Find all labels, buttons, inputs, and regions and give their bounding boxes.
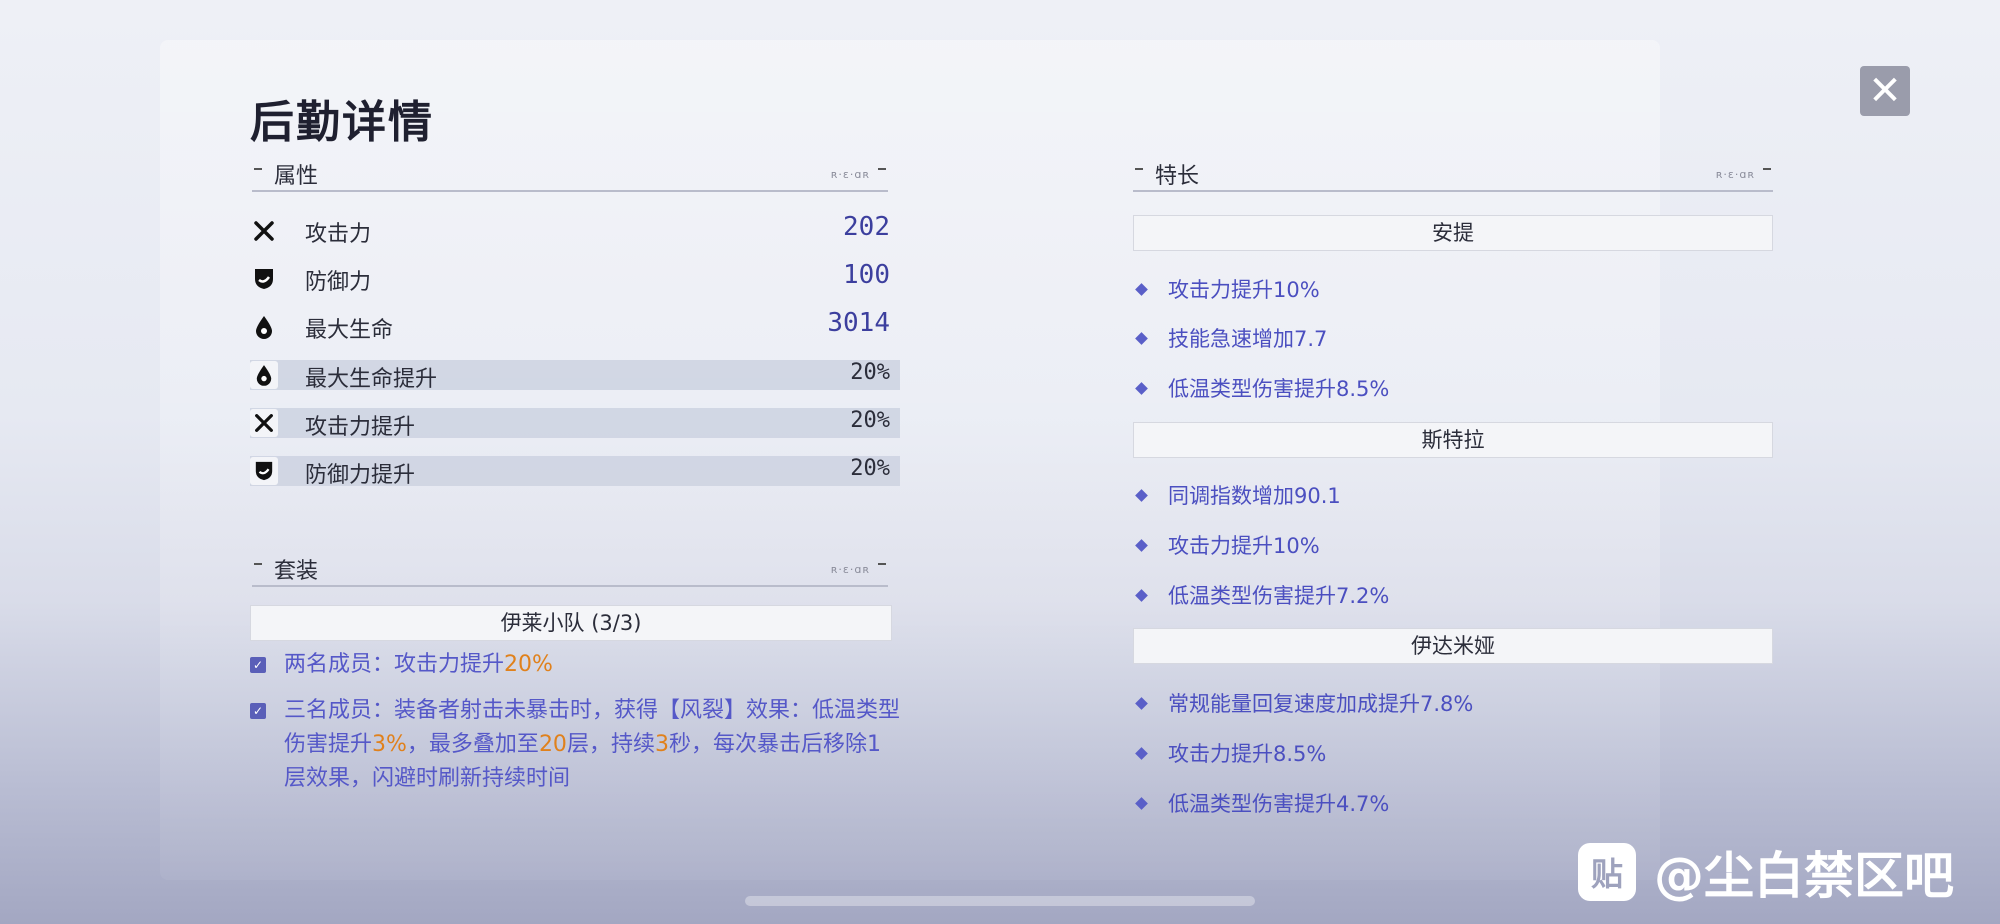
sword-icon <box>250 217 278 245</box>
diamond-icon <box>1135 283 1148 296</box>
specialty-item-text: 常规能量回复速度加成提升7.8% <box>1168 692 1474 716</box>
shield-icon <box>250 265 278 293</box>
set-header-label: 套装 <box>274 559 319 584</box>
scroll-indicator <box>745 896 1255 906</box>
stat-name: 最大生命提升 <box>305 367 438 392</box>
close-icon: ✕ <box>1868 68 1902 114</box>
set-effect-value: 3 <box>654 732 669 757</box>
stat-value: 20% <box>850 408 890 433</box>
specialty-item: 技能急速增加7.7 <box>1135 323 1328 353</box>
stat-name: 攻击力提升 <box>305 415 416 440</box>
check-icon: ✓ <box>250 657 266 673</box>
stat-row-attack: 攻击力 202 <box>250 212 900 252</box>
set-header: 套装 ʀ·ɛ·ɑʀ <box>252 553 888 587</box>
specialty-item-text: 低温类型伤害提升7.2% <box>1168 584 1390 608</box>
stat-name: 最大生命 <box>305 318 394 343</box>
header-tick-right <box>1763 168 1771 170</box>
stat-name: 防御力提升 <box>305 463 416 488</box>
diamond-icon <box>1135 797 1148 810</box>
watermark-text: @尘白禁区吧 <box>1654 847 1954 905</box>
specialty-item-text: 低温类型伤害提升8.5% <box>1168 377 1390 401</box>
stat-name: 防御力 <box>305 270 372 295</box>
set-effect-two: ✓ 两名成员：攻击力提升20% <box>250 648 900 682</box>
set-effect-value: 3% <box>372 732 407 757</box>
specialty-item-text: 攻击力提升8.5% <box>1168 742 1327 766</box>
specialty-item: 低温类型伤害提升8.5% <box>1135 373 1390 403</box>
header-deco: ʀ·ɛ·ɑʀ <box>830 563 870 576</box>
stat-value: 3014 <box>827 308 890 338</box>
specialty-item: 攻击力提升10% <box>1135 530 1320 560</box>
specialty-item: 低温类型伤害提升4.7% <box>1135 788 1390 818</box>
close-button[interactable]: ✕ <box>1860 66 1910 116</box>
specialty-group-name: 安提 <box>1133 215 1773 251</box>
stat-row-max-hp: 最大生命 3014 <box>250 308 900 348</box>
drop-icon <box>250 313 278 341</box>
header-tick-left <box>1135 168 1143 170</box>
diamond-icon <box>1135 697 1148 710</box>
stat-row-attack-boost: 攻击力提升 20% <box>250 408 900 440</box>
header-deco: ʀ·ɛ·ɑʀ <box>830 168 870 181</box>
stat-value: 202 <box>843 212 890 242</box>
set-effect-text: 层，持续 <box>566 732 655 757</box>
stat-value: 20% <box>850 456 890 481</box>
diamond-icon <box>1135 489 1148 502</box>
set-effect-three: ✓ 三名成员：装备者射击未暴击时，获得【风裂】效果：低温类型伤害提升3%，最多叠… <box>250 694 900 796</box>
specialty-item-text: 技能急速增加7.7 <box>1168 327 1328 351</box>
check-icon: ✓ <box>250 703 266 719</box>
specialty-item: 攻击力提升8.5% <box>1135 738 1327 768</box>
attributes-header-label: 属性 <box>274 164 319 189</box>
stat-row-max-hp-boost: 最大生命提升 20% <box>250 360 900 392</box>
specialty-item-text: 攻击力提升10% <box>1168 534 1320 558</box>
diamond-icon <box>1135 382 1148 395</box>
drop-icon <box>250 361 278 389</box>
sword-icon <box>250 409 278 437</box>
stat-value: 20% <box>850 360 890 385</box>
header-tick-left <box>254 168 262 170</box>
set-effect-text: 两名成员：攻击力提升 <box>284 652 505 677</box>
stat-row-defense: 防御力 100 <box>250 260 900 300</box>
header-tick-right <box>878 563 886 565</box>
shield-icon <box>250 457 278 485</box>
stat-row-defense-boost: 防御力提升 20% <box>250 456 900 488</box>
specialty-item: 低温类型伤害提升7.2% <box>1135 580 1390 610</box>
set-effect-value: 20% <box>504 652 553 677</box>
set-effect-value: 20 <box>538 732 567 757</box>
specialty-item: 同调指数增加90.1 <box>1135 480 1341 510</box>
diamond-icon <box>1135 589 1148 602</box>
header-deco: ʀ·ɛ·ɑʀ <box>1715 168 1755 181</box>
set-name-bar: 伊莱小队 (3/3) <box>250 605 892 641</box>
specialty-group-name: 伊达米娅 <box>1133 628 1773 664</box>
specialty-header-label: 特长 <box>1155 164 1200 189</box>
specialty-group-name: 斯特拉 <box>1133 422 1773 458</box>
diamond-icon <box>1135 539 1148 552</box>
header-tick-right <box>878 168 886 170</box>
tieba-logo-icon: 贴 <box>1578 843 1636 901</box>
set-effect-text: ，最多叠加至 <box>406 732 539 757</box>
attributes-header: 属性 ʀ·ɛ·ɑʀ <box>252 158 888 192</box>
stat-value: 100 <box>843 260 890 290</box>
stat-name: 攻击力 <box>305 222 372 247</box>
specialty-item-text: 同调指数增加90.1 <box>1168 484 1341 508</box>
specialty-item-text: 低温类型伤害提升4.7% <box>1168 792 1390 816</box>
specialty-item: 攻击力提升10% <box>1135 274 1320 304</box>
diamond-icon <box>1135 747 1148 760</box>
page-title: 后勤详情 <box>250 97 434 148</box>
specialty-item: 常规能量回复速度加成提升7.8% <box>1135 688 1474 718</box>
specialty-header: 特长 ʀ·ɛ·ɑʀ <box>1133 158 1773 192</box>
specialty-item-text: 攻击力提升10% <box>1168 278 1320 302</box>
watermark: 贴 @尘白禁区吧 <box>1578 836 1954 908</box>
diamond-icon <box>1135 332 1148 345</box>
header-tick-left <box>254 563 262 565</box>
